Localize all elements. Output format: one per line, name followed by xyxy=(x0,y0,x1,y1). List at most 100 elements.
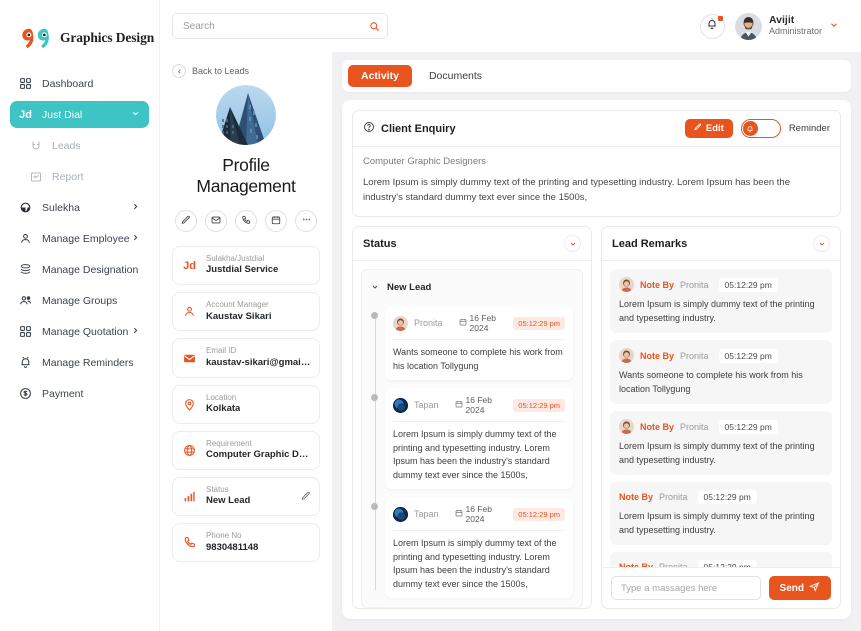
remark-text: Lorem Ipsum is simply dummy text of the … xyxy=(619,511,815,535)
reminder-toggle[interactable] xyxy=(740,119,781,138)
user-name: Avijit xyxy=(768,14,795,27)
send-label: Send xyxy=(779,582,804,594)
sidebar-item-label: Report xyxy=(52,170,84,183)
tab-documents[interactable]: Documents xyxy=(416,65,495,87)
sidebar-item-sulekha[interactable]: Sulekha xyxy=(10,194,149,221)
search-icon[interactable] xyxy=(369,19,380,37)
chart-line-icon xyxy=(28,169,43,184)
sidebar-item-manage-reminders[interactable]: Manage Reminders xyxy=(10,349,149,376)
sidebar-item-leads[interactable]: Leads xyxy=(10,132,149,159)
sidebar-item-manage-quotation[interactable]: Manage Quotation xyxy=(10,318,149,345)
sidebar-item-label: Manage Reminders xyxy=(42,356,134,369)
edit-status-icon[interactable] xyxy=(301,488,311,506)
status-scroll-area[interactable]: New Lead Pronita 16 Feb 2024 05:12:29 pm… xyxy=(353,261,591,608)
timeline-item: Tapan 16 Feb 2024 05:12:29 pm Lorem Ipsu… xyxy=(371,388,573,490)
profile-panel: Back to Leads Profile Management Jd Sula… xyxy=(160,52,332,631)
info-label: Phone No xyxy=(206,531,242,541)
info-card-account-manager[interactable]: Account Manager Kaustav Sikari xyxy=(172,292,320,332)
sidebar-item-just-dial[interactable]: Jd Just Dial xyxy=(10,101,149,128)
status-group-body: Pronita 16 Feb 2024 05:12:29 pm Wants so… xyxy=(362,304,582,607)
back-to-leads-label: Back to Leads xyxy=(192,66,250,76)
sidebar-item-manage-employee[interactable]: Manage Employee xyxy=(10,225,149,252)
lead-remarks-scroll-area[interactable]: Note By Pronita 05:12:29 pm Lorem Ipsum … xyxy=(602,261,840,567)
call-button[interactable] xyxy=(235,210,257,232)
user-icon xyxy=(18,231,33,246)
remark-time: 05:12:29 pm xyxy=(718,348,778,363)
remark-author: Pronita xyxy=(680,279,709,290)
edit-enquiry-button[interactable]: Edit xyxy=(684,119,733,138)
search-container xyxy=(172,13,388,39)
user-info: Avijit Administrator xyxy=(769,14,822,38)
note-by-label: Note By xyxy=(640,279,675,290)
female-avatar xyxy=(619,419,634,435)
sidebar-item-label: Sulekha xyxy=(42,201,80,214)
user-menu[interactable]: Avijit Administrator xyxy=(734,12,839,40)
remark-author: Pronita xyxy=(680,421,709,432)
lead-remarks-header: Lead Remarks xyxy=(602,227,840,262)
remark-author: Pronita xyxy=(659,492,688,503)
timeline-text: Lorem Ipsum is simply dummy text of the … xyxy=(393,429,557,480)
info-card-location[interactable]: Location Kolkata xyxy=(172,384,320,424)
sidebar-item-payment[interactable]: Payment xyxy=(10,380,149,407)
info-label: Sulakha/Justdial xyxy=(206,254,265,263)
profile-info-list: Jd Sulakha/Justdial Justdial Service Acc… xyxy=(172,246,320,563)
info-card-status[interactable]: Status New Lead xyxy=(172,477,320,517)
layers-icon xyxy=(18,262,33,277)
sidebar-item-label: Just Dial xyxy=(42,108,83,121)
grid-icon xyxy=(18,76,33,91)
email-button[interactable] xyxy=(205,210,227,232)
info-value: Justdial Service xyxy=(206,264,279,276)
schedule-button[interactable] xyxy=(265,210,287,232)
timeline-time: 05:12:29 pm xyxy=(513,398,565,412)
back-to-leads-link[interactable]: Back to Leads xyxy=(172,64,320,78)
remark-time: 05:12:29 pm xyxy=(718,419,778,434)
info-card-phone[interactable]: Phone No 9830481148 xyxy=(172,523,320,563)
timeline-date-text: 16 Feb 2024 xyxy=(465,504,492,525)
note-by-label: Note By xyxy=(640,421,675,432)
jd-badge-icon: Jd xyxy=(183,259,196,272)
edit-profile-button[interactable] xyxy=(175,210,197,232)
enquiry-subtitle: Computer Graphic Designers xyxy=(363,156,487,167)
timeline-item: Pronita 16 Feb 2024 05:12:29 pm Wants so… xyxy=(371,306,573,381)
sidebar-item-manage-groups[interactable]: Manage Groups xyxy=(10,287,149,314)
search-input[interactable] xyxy=(172,13,388,39)
status-panel-header: Status xyxy=(353,227,591,262)
send-icon xyxy=(809,581,820,595)
remark-composer: Send xyxy=(602,567,840,608)
brand-name: Graphics Design xyxy=(60,30,155,45)
jd-badge-icon: Jd xyxy=(19,108,32,121)
remark-text: Lorem Ipsum is simply dummy text of the … xyxy=(619,441,815,465)
remark-item: Note By Pronita 05:12:29 pm Lorem Ipsum … xyxy=(610,411,832,476)
send-button[interactable]: Send xyxy=(768,576,831,600)
sidebar-item-dashboard[interactable]: Dashboard xyxy=(10,70,149,97)
sidebar-item-label: Payment xyxy=(42,387,84,400)
user-icon xyxy=(181,305,198,318)
client-enquiry-header: Client Enquiry Edit Reminder xyxy=(353,111,840,147)
user-role: Administrator xyxy=(768,26,822,37)
client-enquiry-body: Computer Graphic Designers Lorem Ipsum i… xyxy=(353,147,840,216)
chevron-down-icon[interactable] xyxy=(564,235,581,253)
status-timeline: Pronita 16 Feb 2024 05:12:29 pm Wants so… xyxy=(371,306,573,599)
sidebar-item-manage-designation[interactable]: Manage Designation xyxy=(10,256,149,283)
remark-item: Note By Pronita 05:12:29 pm Wants someon… xyxy=(610,340,832,405)
chevron-down-icon xyxy=(131,109,140,121)
more-button[interactable] xyxy=(295,210,317,232)
chevron-down-icon[interactable] xyxy=(829,17,839,35)
avatar xyxy=(734,12,762,40)
calendar-icon xyxy=(459,318,467,328)
panels-row: Status New Lead Pronita 16 Feb 2024 05:1… xyxy=(352,226,841,609)
info-card-justdial[interactable]: Jd Sulakha/Justdial Justdial Service xyxy=(172,246,320,286)
sidebar-item-report[interactable]: Report xyxy=(10,163,149,190)
profile-actions xyxy=(172,210,320,232)
info-card-email[interactable]: Email ID kaustav-sikari@gmail.com xyxy=(172,338,320,378)
timeline-item: Tapan 16 Feb 2024 05:12:29 pm Lorem Ipsu… xyxy=(371,497,573,599)
reminder-label: Reminder xyxy=(788,123,830,134)
info-card-requirement[interactable]: Requirement Computer Graphic Designers xyxy=(172,430,320,471)
chevron-down-icon[interactable] xyxy=(813,235,830,253)
status-group-header[interactable]: New Lead xyxy=(362,270,582,305)
remark-text: Wants someone to complete his work from … xyxy=(619,370,803,394)
notifications-button[interactable] xyxy=(699,13,725,39)
message-input[interactable] xyxy=(611,576,761,600)
tab-activity[interactable]: Activity xyxy=(348,65,412,87)
brand-logo[interactable]: Graphics Design xyxy=(0,14,159,58)
